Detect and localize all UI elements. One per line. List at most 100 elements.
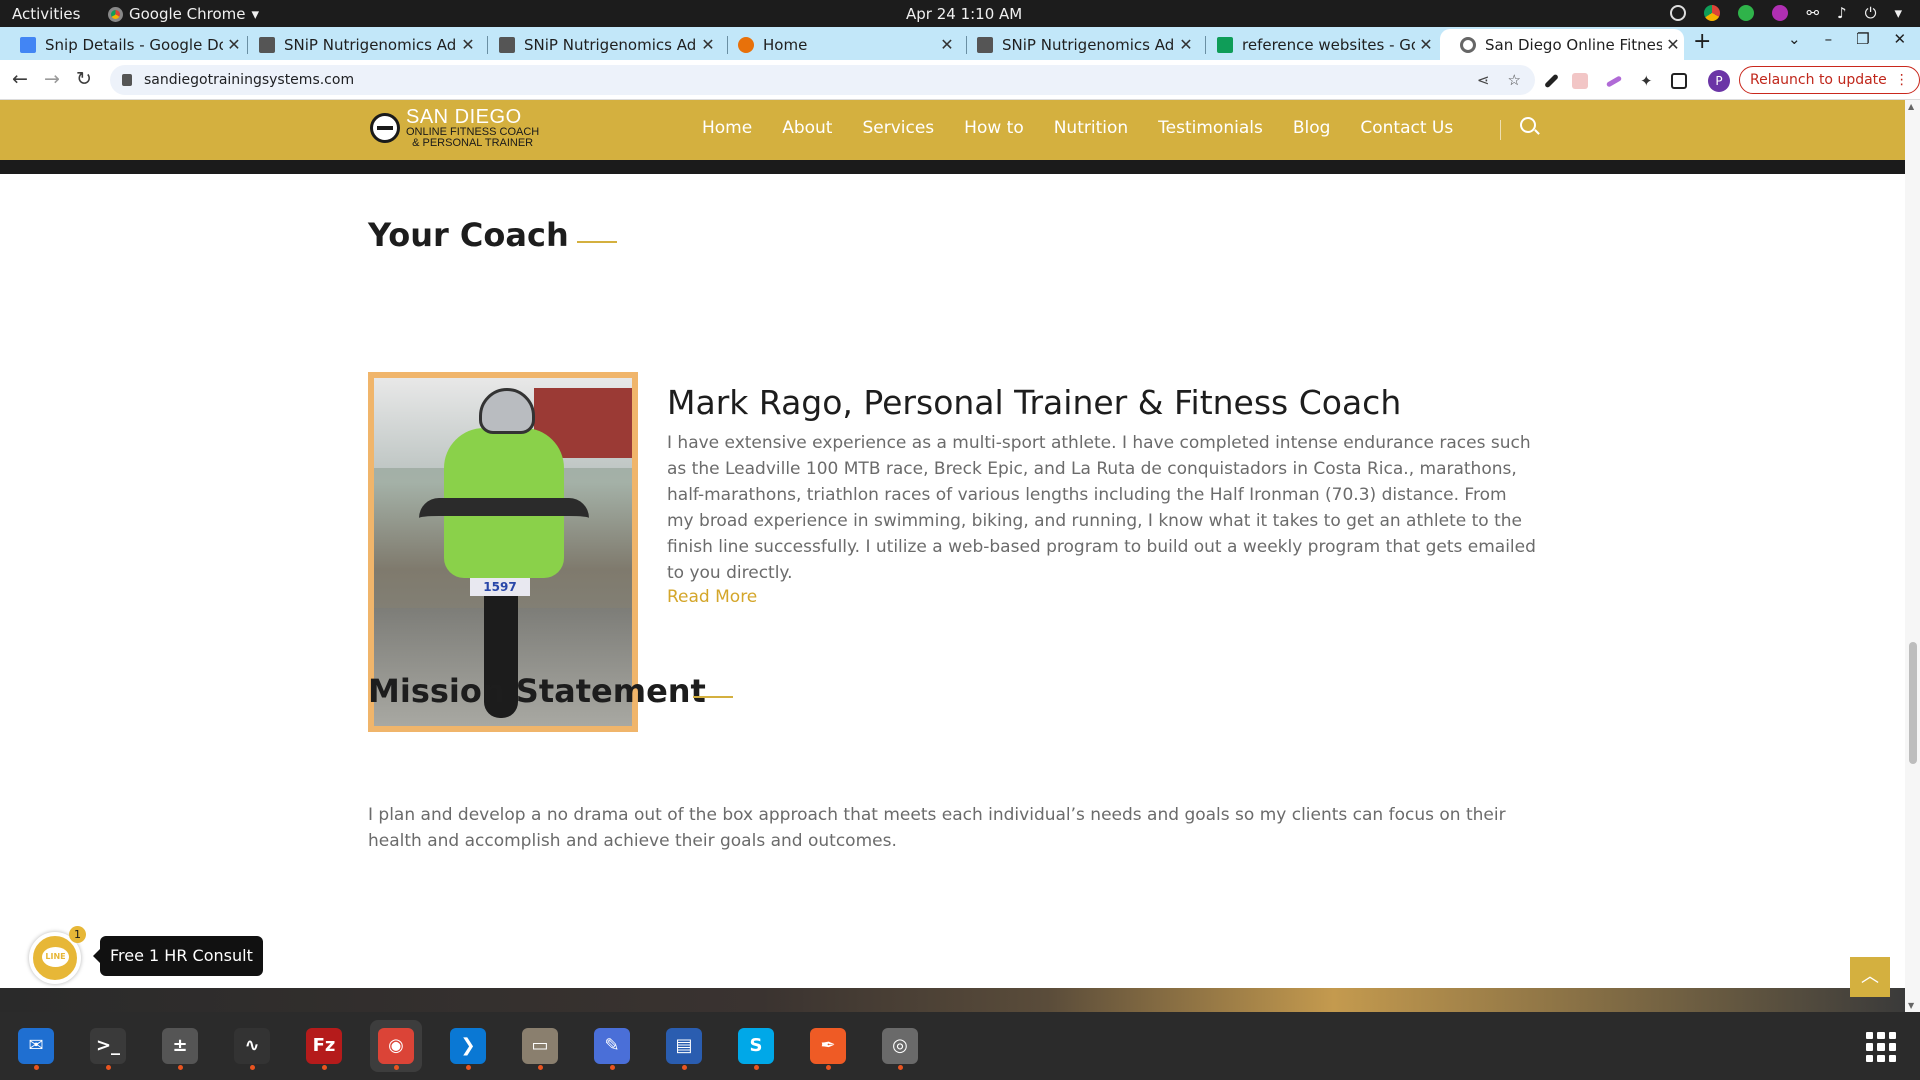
forward-icon[interactable]: → — [44, 68, 60, 90]
web-page: SAN DIEGO ONLINE FITNESS COACH & PERSONA… — [0, 100, 1905, 1012]
address-bar[interactable]: sandiegotrainingsystems.com ⋖ ☆ — [110, 65, 1535, 95]
network-icon[interactable]: ⚯ — [1806, 4, 1819, 22]
next-section-banner — [0, 988, 1905, 1012]
tab-snip-admin-1[interactable]: SNiP Nutrigenomics Admin ✕ — [239, 29, 479, 60]
running-indicator — [34, 1065, 39, 1070]
volume-icon[interactable]: ♪ — [1837, 4, 1847, 22]
url-text[interactable]: sandiegotrainingsystems.com — [144, 72, 354, 88]
dock-item[interactable]: ✉ — [10, 1020, 62, 1072]
scroll-up-icon[interactable]: ▲ — [1908, 102, 1914, 111]
tray-check-icon[interactable] — [1738, 5, 1755, 21]
eyedropper-extension-icon[interactable] — [1544, 73, 1559, 89]
scroll-to-top-button[interactable]: ︿ — [1850, 957, 1890, 997]
close-icon[interactable]: ✕ — [697, 35, 719, 54]
tab-home[interactable]: Home ✕ — [718, 29, 958, 60]
tab-search-chevron-icon[interactable]: ⌄ — [1788, 30, 1801, 48]
tab-google-sheets[interactable]: reference websites - Google Sheets ✕ — [1197, 29, 1437, 60]
tab-google-docs[interactable]: Snip Details - Google Docs ✕ — [0, 29, 245, 60]
dock-item[interactable]: >_ — [82, 1020, 134, 1072]
skype-icon: S — [738, 1028, 774, 1064]
tab-strip: Snip Details - Google Docs ✕ SNiP Nutrig… — [0, 27, 1920, 60]
chrome-app-icon — [108, 6, 123, 22]
close-icon[interactable]: ✕ — [936, 35, 958, 54]
dock-item[interactable]: ▤ — [658, 1020, 710, 1072]
close-icon[interactable]: ✕ — [1415, 35, 1437, 54]
dock-item[interactable]: ✒ — [802, 1020, 854, 1072]
extensions-bar: ✦ — [1544, 72, 1687, 90]
calendar-extension-icon[interactable] — [1572, 73, 1588, 89]
share-icon[interactable]: ⋖ — [1477, 71, 1490, 89]
profile-avatar[interactable]: P — [1708, 70, 1730, 92]
lock-icon[interactable] — [122, 74, 132, 86]
dock-item[interactable]: ± — [154, 1020, 206, 1072]
dock-item[interactable]: Fz — [298, 1020, 350, 1072]
dock-item[interactable]: ❯ — [442, 1020, 494, 1072]
tab-san-diego-fitness[interactable]: San Diego Online Fitness ✕ — [1440, 29, 1684, 60]
nav-testimonials[interactable]: Testimonials — [1158, 118, 1263, 138]
disk-utility-icon: ◎ — [882, 1028, 918, 1064]
chrome-icon: ◉ — [378, 1028, 414, 1064]
dock-item[interactable]: S — [730, 1020, 782, 1072]
tray-status-icon[interactable] — [1670, 5, 1687, 21]
close-icon[interactable]: ✕ — [457, 35, 479, 54]
notification-badge: 1 — [69, 926, 86, 943]
line-chat-icon: LINE — [42, 947, 69, 967]
nav-nutrition[interactable]: Nutrition — [1054, 118, 1128, 138]
scroll-down-icon[interactable]: ▼ — [1908, 1001, 1914, 1010]
dock-item[interactable]: ◎ — [874, 1020, 926, 1072]
side-panel-icon[interactable] — [1670, 73, 1687, 89]
minimize-icon[interactable]: – — [1825, 30, 1833, 48]
new-tab-icon[interactable]: + — [1693, 29, 1711, 54]
site-logo[interactable]: SAN DIEGO ONLINE FITNESS COACH & PERSONA… — [370, 107, 539, 149]
relaunch-button[interactable]: Relaunch to update ⋮ — [1739, 66, 1920, 94]
app-menu[interactable]: Google Chrome ▾ — [108, 5, 259, 23]
running-indicator — [394, 1065, 399, 1070]
tab-snip-admin-2[interactable]: SNiP Nutrigenomics Admin ✕ — [479, 29, 719, 60]
page-scrollbar[interactable]: ▲ ▼ — [1905, 100, 1920, 1012]
system-top-bar: Activities Google Chrome ▾ Apr 24 1:10 A… — [0, 0, 1920, 27]
nav-contact-us[interactable]: Contact Us — [1360, 118, 1453, 138]
tab-snip-admin-3[interactable]: SNiP Nutrigenomics Admin ✕ — [957, 29, 1197, 60]
browser-toolbar: ← → ↻ sandiegotrainingsystems.com ⋖ ☆ ✦ … — [0, 60, 1920, 100]
caret-down-icon[interactable]: ▾ — [1894, 4, 1902, 22]
mission-statement-heading: Mission Statement — [368, 672, 706, 710]
nav-blog[interactable]: Blog — [1293, 118, 1331, 138]
nav-how-to[interactable]: How to — [964, 118, 1024, 138]
nav-home[interactable]: Home — [702, 118, 752, 138]
coach-name: Mark Rago, Personal Trainer & Fitness Co… — [667, 383, 1402, 422]
pen-extension-icon[interactable] — [1605, 74, 1623, 88]
reload-icon[interactable]: ↻ — [76, 68, 92, 90]
close-icon[interactable]: ✕ — [1175, 35, 1197, 54]
nav-about[interactable]: About — [782, 118, 832, 138]
bookmark-star-icon[interactable]: ☆ — [1508, 71, 1521, 89]
back-icon[interactable]: ← — [12, 68, 28, 90]
logo-title: SAN DIEGO — [406, 106, 522, 128]
kebab-menu-icon[interactable]: ⋮ — [1895, 67, 1909, 93]
activities-button[interactable]: Activities — [12, 5, 80, 23]
search-icon[interactable] — [1520, 117, 1536, 133]
nav-services[interactable]: Services — [862, 118, 934, 138]
read-more-link[interactable]: Read More — [667, 587, 757, 607]
dock-item[interactable]: ◉ — [370, 1020, 422, 1072]
dock-item[interactable]: ▭ — [514, 1020, 566, 1072]
running-indicator — [322, 1065, 327, 1070]
heading-underline — [693, 696, 733, 698]
thunderbird-icon: ✉ — [18, 1028, 54, 1064]
files-icon: ▭ — [522, 1028, 558, 1064]
dock-item[interactable]: ✎ — [586, 1020, 638, 1072]
window-close-icon[interactable]: ✕ — [1894, 30, 1907, 48]
running-indicator — [250, 1065, 255, 1070]
tray-app-icon[interactable] — [1772, 5, 1789, 21]
google-docs-favicon — [20, 36, 36, 53]
tray-chrome-icon[interactable] — [1704, 5, 1721, 21]
clock[interactable]: Apr 24 1:10 AM — [906, 5, 1022, 23]
maximize-icon[interactable]: ❐ — [1856, 30, 1869, 48]
dock-item[interactable]: ∿ — [226, 1020, 278, 1072]
free-consult-tooltip[interactable]: Free 1 HR Consult — [93, 936, 263, 976]
scrollbar-thumb[interactable] — [1909, 642, 1917, 764]
show-applications-icon[interactable] — [1866, 1032, 1896, 1062]
puzzle-extensions-icon[interactable]: ✦ — [1640, 72, 1653, 90]
power-icon[interactable]: ⏻ — [1865, 4, 1877, 22]
close-icon[interactable]: ✕ — [1662, 35, 1684, 54]
tab-title: reference websites - Google Sheets — [1242, 35, 1415, 54]
